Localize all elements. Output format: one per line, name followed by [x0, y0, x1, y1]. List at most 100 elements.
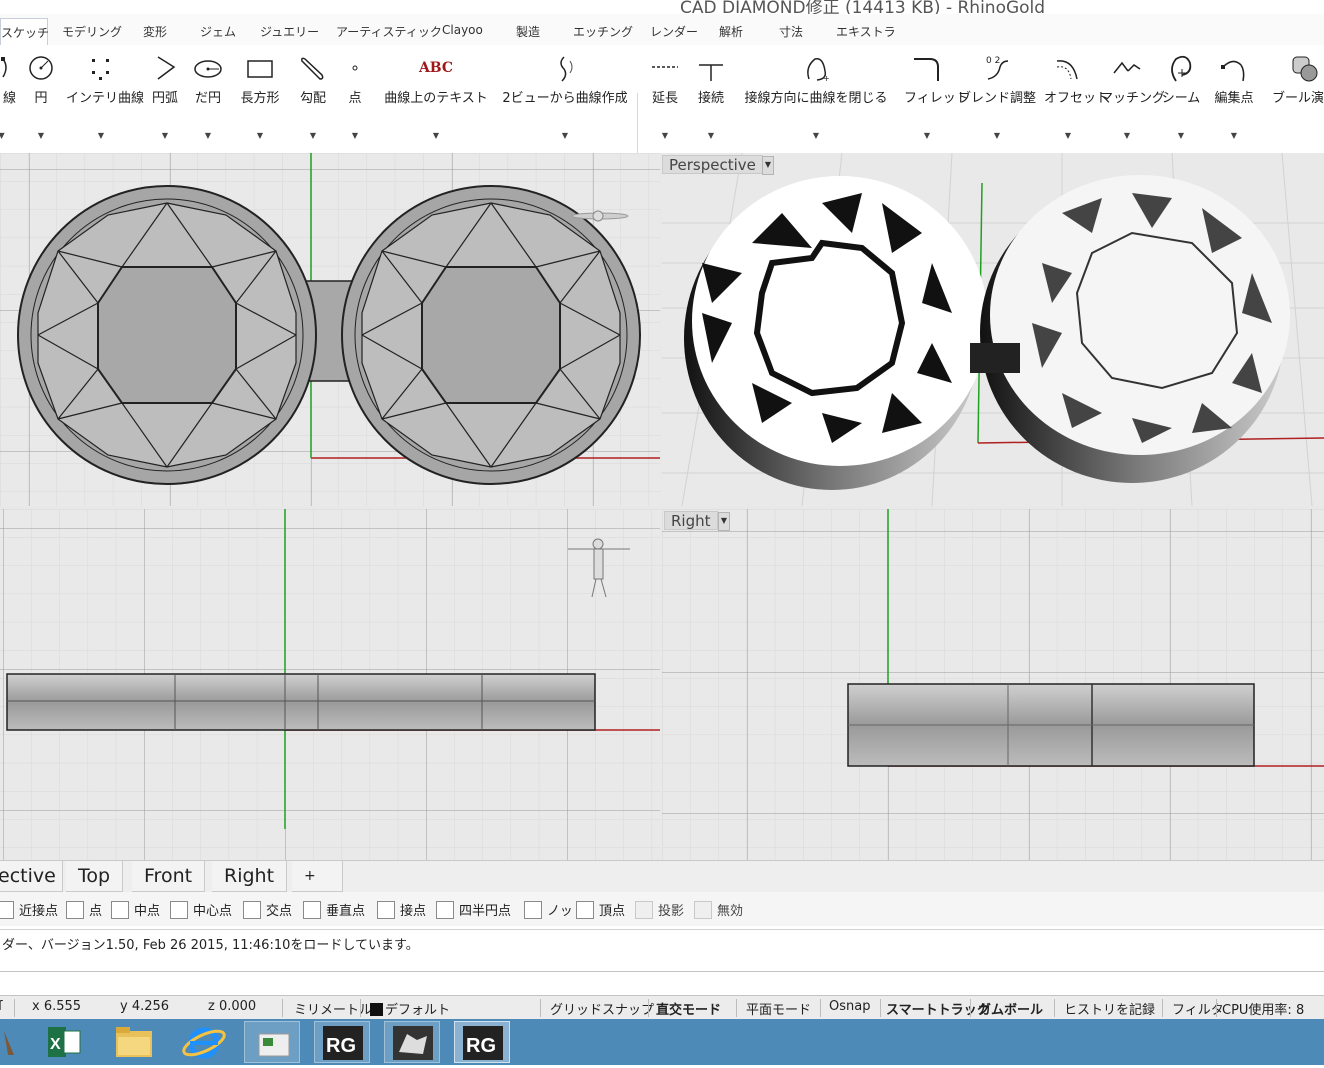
- viewport-label-perspective[interactable]: Perspective: [662, 155, 763, 174]
- osnap-mid[interactable]: 中点: [111, 900, 160, 919]
- checkbox[interactable]: [0, 901, 14, 919]
- osnap-disable[interactable]: 無効: [694, 900, 743, 919]
- tool-gradient[interactable]: 勾配 ▼: [294, 45, 332, 153]
- tool-arc[interactable]: 円弧 ▼: [146, 45, 184, 153]
- chevron-down-icon[interactable]: ▼: [352, 131, 358, 140]
- chevron-down-icon[interactable]: ▼: [813, 131, 819, 140]
- tool-adjust-blend[interactable]: 0 2 ブレンド調整 ▼: [958, 45, 1036, 153]
- chevron-down-icon[interactable]: ▼: [994, 131, 1000, 140]
- chevron-down-icon[interactable]: ▼: [38, 131, 44, 140]
- osnap-vertex[interactable]: 頂点: [576, 900, 625, 919]
- grid-snap-toggle[interactable]: グリッドスナップ: [550, 999, 654, 1018]
- tab-etching[interactable]: エッチング: [573, 23, 633, 40]
- tool-offset[interactable]: オフセット ▼: [1044, 45, 1109, 153]
- tool-circle[interactable]: 円 ▼: [26, 45, 56, 153]
- taskbar-excel[interactable]: X: [36, 1021, 92, 1063]
- tool-curve-from-2-views[interactable]: 2ビューから曲線作成 ▼: [501, 45, 629, 153]
- tool-connect[interactable]: 接続 ▼: [692, 45, 730, 153]
- tab-clayoo[interactable]: Clayoo: [442, 23, 483, 37]
- taskbar-doc-folder[interactable]: [244, 1021, 300, 1063]
- chevron-down-icon[interactable]: ▼: [718, 512, 730, 531]
- tab-analysis[interactable]: 解析: [719, 23, 743, 40]
- record-history-toggle[interactable]: ヒストリを記録: [1064, 999, 1155, 1018]
- chevron-down-icon[interactable]: ▼: [162, 131, 168, 140]
- tool-text-on-curve[interactable]: ABC 曲線上のテキスト ▼: [383, 45, 489, 153]
- chevron-down-icon[interactable]: ▼: [205, 131, 211, 140]
- checkbox[interactable]: [111, 901, 129, 919]
- osnap-center[interactable]: 中心点: [170, 900, 232, 919]
- taskbar-rhinogold-1[interactable]: RG: [314, 1021, 370, 1063]
- checkbox[interactable]: [303, 901, 321, 919]
- taskbar-explorer[interactable]: [106, 1021, 162, 1063]
- viewport-front[interactable]: [0, 509, 660, 860]
- checkbox[interactable]: [170, 901, 188, 919]
- chevron-down-icon[interactable]: ▼: [562, 131, 568, 140]
- osnap-toggle[interactable]: Osnap: [829, 999, 870, 1014]
- osnap-point[interactable]: 点: [66, 900, 102, 919]
- tool-interp-curve[interactable]: インテリ曲線 ▼: [66, 45, 144, 153]
- checkbox[interactable]: [243, 901, 261, 919]
- tool-extend[interactable]: 延長 ▼: [646, 45, 684, 153]
- osnap-intersection[interactable]: 交点: [243, 900, 292, 919]
- add-tab-icon[interactable]: +: [292, 861, 343, 892]
- chevron-down-icon[interactable]: ▼: [708, 131, 714, 140]
- cplane-indicator[interactable]: ſ: [0, 999, 3, 1014]
- viewport-perspective[interactable]: Perspective ▼: [662, 153, 1324, 506]
- chevron-down-icon[interactable]: ▼: [1178, 131, 1184, 140]
- chevron-down-icon[interactable]: ▼: [662, 131, 668, 140]
- smart-track-toggle[interactable]: スマートトラック: [886, 999, 990, 1018]
- gumball-toggle[interactable]: ガムボール: [978, 999, 1043, 1018]
- tab-right[interactable]: Right: [212, 861, 288, 892]
- tool-rectangle[interactable]: 長方形 ▼: [236, 45, 284, 153]
- chevron-down-icon[interactable]: ▼: [98, 131, 104, 140]
- osnap-tangent[interactable]: 接点: [377, 900, 426, 919]
- viewport-label-right[interactable]: Right: [664, 511, 718, 530]
- tab-transform[interactable]: 変形: [143, 23, 167, 40]
- layer-indicator[interactable]: デフォルト: [370, 999, 450, 1018]
- chevron-down-icon[interactable]: ▼: [310, 131, 316, 140]
- tab-modeling[interactable]: モデリング: [62, 23, 122, 40]
- osnap-near[interactable]: 近接点: [0, 900, 58, 919]
- tool-curve[interactable]: 線 ▼: [0, 45, 16, 153]
- tab-manufacturing[interactable]: 製造: [516, 23, 540, 40]
- ortho-toggle[interactable]: 直交モード: [656, 999, 721, 1018]
- taskbar-ie[interactable]: [176, 1021, 232, 1063]
- checkbox[interactable]: [524, 901, 542, 919]
- tool-ellipse[interactable]: だ円 ▼: [190, 45, 226, 153]
- taskbar-tool-icon[interactable]: [0, 1021, 26, 1063]
- tab-dimensions[interactable]: 寸法: [779, 23, 803, 40]
- taskbar-rhinogold-2[interactable]: RG: [454, 1021, 510, 1063]
- chevron-down-icon[interactable]: ▼: [1065, 131, 1071, 140]
- chevron-down-icon[interactable]: ▼: [924, 131, 930, 140]
- checkbox[interactable]: [635, 901, 653, 919]
- tab-extra[interactable]: エキストラ: [836, 23, 896, 40]
- tab-perspective[interactable]: ective: [0, 861, 63, 892]
- checkbox[interactable]: [66, 901, 84, 919]
- tool-fillet[interactable]: フィレット ▼: [904, 45, 969, 153]
- checkbox[interactable]: [436, 901, 454, 919]
- tool-close-tangent[interactable]: + 接線方向に曲線を閉じる ▼: [738, 45, 894, 153]
- osnap-perpendicular[interactable]: 垂直点: [303, 900, 365, 919]
- viewport-right[interactable]: Right ▼: [662, 509, 1324, 860]
- tab-front[interactable]: Front: [132, 861, 206, 892]
- checkbox[interactable]: [377, 901, 395, 919]
- tab-jewelry[interactable]: ジュエリー: [260, 23, 319, 40]
- command-input[interactable]: [0, 971, 1324, 996]
- planar-toggle[interactable]: 平面モード: [746, 999, 811, 1018]
- tool-seam[interactable]: シーム ▼: [1160, 45, 1202, 153]
- tab-render[interactable]: レンダー: [650, 23, 698, 40]
- checkbox[interactable]: [694, 901, 712, 919]
- tab-top[interactable]: Top: [66, 861, 124, 892]
- chevron-down-icon[interactable]: ▼: [0, 131, 5, 140]
- tab-gems[interactable]: ジェム: [200, 23, 236, 40]
- osnap-project[interactable]: 投影: [635, 900, 684, 919]
- tool-match[interactable]: マッチング ▼: [1100, 45, 1165, 153]
- chevron-down-icon[interactable]: ▼: [1124, 131, 1130, 140]
- tab-artistic[interactable]: アーティスティック: [336, 23, 442, 40]
- viewport-top[interactable]: [0, 153, 660, 506]
- taskbar-rhino[interactable]: [384, 1021, 440, 1063]
- tab-sketch[interactable]: スケッチ: [0, 18, 49, 45]
- tool-boolean[interactable]: ブール演算: [1268, 45, 1324, 153]
- chevron-down-icon[interactable]: ▼: [257, 131, 263, 140]
- chevron-down-icon[interactable]: ▼: [762, 156, 774, 175]
